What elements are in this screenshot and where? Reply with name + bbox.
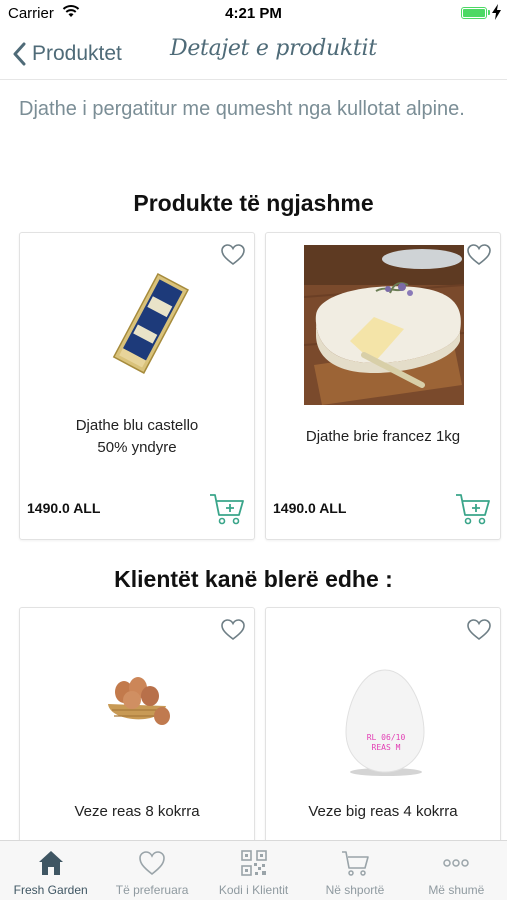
tab-label: Më shumë xyxy=(428,883,485,897)
product-description: Djathe i pergatitur me qumesht nga kullo… xyxy=(19,98,465,120)
back-button-label: Produktet xyxy=(32,42,122,65)
tab-client-code[interactable]: Kodi i Klientit xyxy=(203,841,304,900)
status-time: 4:21 PM xyxy=(225,5,282,22)
favorite-heart-icon[interactable] xyxy=(220,618,246,642)
heart-icon xyxy=(139,851,165,876)
product-image-egg: RL 06/10 REAS M xyxy=(345,669,425,776)
tab-label: Të preferuara xyxy=(115,883,189,897)
add-to-cart-icon[interactable] xyxy=(208,491,246,527)
product-card[interactable]: Djathe brie francez 1kg 1490.0 ALL xyxy=(265,232,501,540)
tab-fresh-garden[interactable]: Fresh Garden xyxy=(0,841,101,900)
product-price: 1490.0 ALL xyxy=(273,500,347,516)
more-icon xyxy=(443,859,470,867)
product-card[interactable]: RL 06/10 REAS M Veze big reas 4 kokrra xyxy=(265,607,501,847)
tab-cart[interactable]: Në shportë xyxy=(304,841,405,900)
tab-label: Fresh Garden xyxy=(13,883,88,897)
also-bought-title: Klientët kanë blerë edhe : xyxy=(114,566,393,592)
battery-icon xyxy=(461,7,487,19)
product-name: Veze reas 8 kokrra xyxy=(74,803,200,820)
product-price: 1490.0 ALL xyxy=(27,500,101,516)
add-to-cart-icon[interactable] xyxy=(454,491,492,527)
tab-favorites[interactable]: Të preferuara xyxy=(101,841,202,900)
cart-icon xyxy=(341,851,369,876)
home-icon xyxy=(38,851,63,875)
favorite-heart-icon[interactable] xyxy=(466,618,492,642)
product-name: Djathe blu castello 50% yndyre xyxy=(75,417,199,456)
tab-label: Kodi i Klientit xyxy=(218,883,289,897)
product-name: Djathe brie francez 1kg xyxy=(305,428,461,445)
back-button[interactable]: Produktet xyxy=(12,37,122,71)
chevron-left-icon xyxy=(13,42,26,66)
navigation-bar: Produktet Detajet e produktit xyxy=(0,28,507,80)
svg-text:RL 06/10: RL 06/10 xyxy=(367,733,406,742)
tab-label: Në shportë xyxy=(325,883,385,897)
favorite-heart-icon[interactable] xyxy=(220,243,246,267)
favorite-heart-icon[interactable] xyxy=(466,243,492,267)
product-image-blue-cheese xyxy=(112,272,189,374)
qr-code-icon xyxy=(240,850,267,876)
product-name: Veze big reas 4 kokrra xyxy=(308,803,458,820)
tab-bar: Fresh Garden Të preferuara Kodi i Klient… xyxy=(0,840,507,900)
svg-text:REAS M: REAS M xyxy=(372,743,401,752)
product-card[interactable]: Veze reas 8 kokrra xyxy=(19,607,255,847)
status-bar: Carrier 4:21 PM xyxy=(0,0,507,28)
product-image-eggs-basket xyxy=(108,677,170,725)
similar-products-title: Produkte të ngjashme xyxy=(133,190,374,216)
page-title: Detajet e produktit xyxy=(170,36,377,61)
product-image-brie-cheese xyxy=(304,245,464,405)
charging-icon xyxy=(492,4,501,20)
tab-more[interactable]: Më shumë xyxy=(406,841,507,900)
product-card[interactable]: Djathe blu castello 50% yndyre 1490.0 AL… xyxy=(19,232,255,540)
